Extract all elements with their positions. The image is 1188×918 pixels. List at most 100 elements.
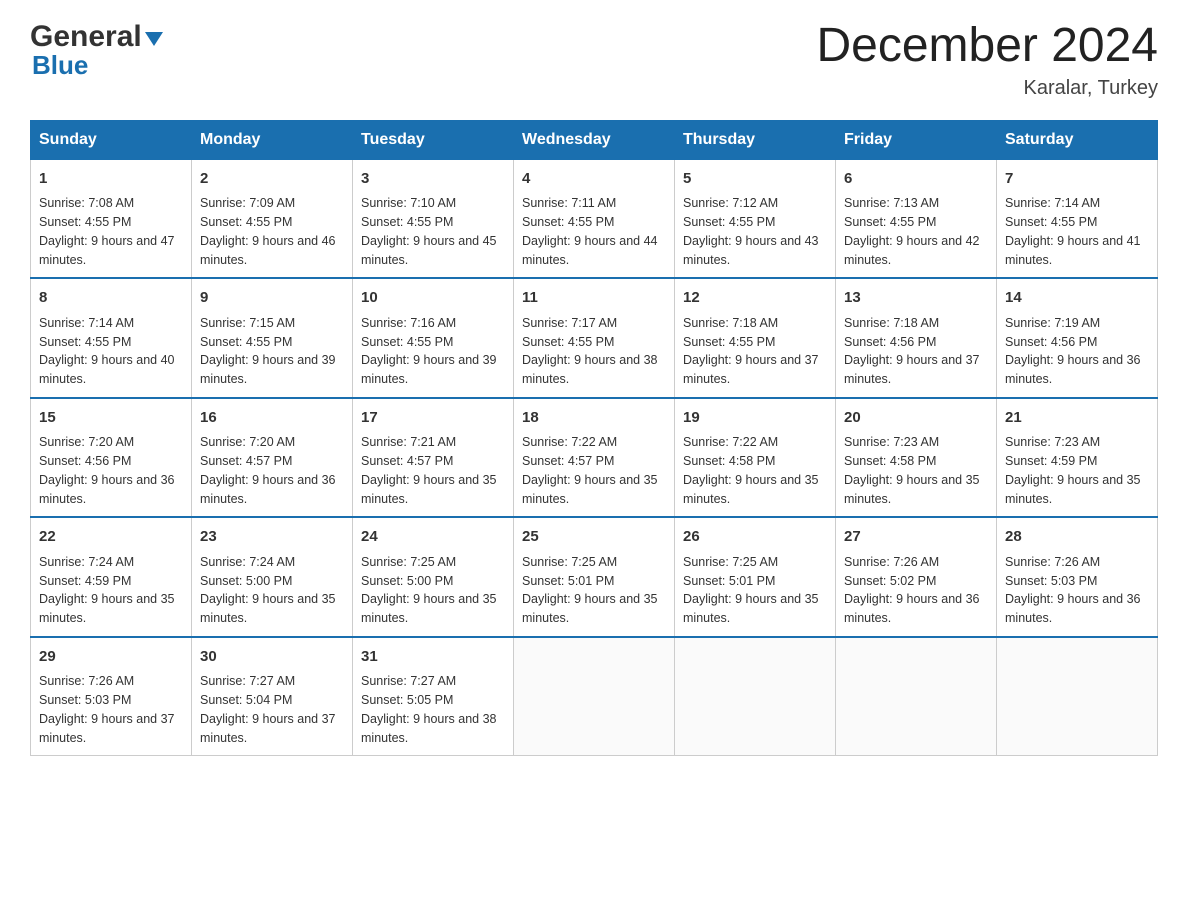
day-number: 6	[844, 168, 988, 191]
day-number: 14	[1005, 287, 1149, 310]
week-row-2: 8 Sunrise: 7:14 AMSunset: 4:55 PMDaylight…	[31, 278, 1158, 398]
day-number: 30	[200, 646, 344, 669]
day-number: 15	[39, 407, 183, 430]
day-info: Sunrise: 7:15 AMSunset: 4:55 PMDaylight:…	[200, 314, 344, 389]
day-info: Sunrise: 7:11 AMSunset: 4:55 PMDaylight:…	[522, 194, 666, 269]
calendar-cell: 17 Sunrise: 7:21 AMSunset: 4:57 PMDayligh…	[353, 398, 514, 518]
day-number: 21	[1005, 407, 1149, 430]
header-monday: Monday	[192, 120, 353, 159]
day-info: Sunrise: 7:16 AMSunset: 4:55 PMDaylight:…	[361, 314, 505, 389]
day-number: 24	[361, 526, 505, 549]
day-number: 16	[200, 407, 344, 430]
day-number: 5	[683, 168, 827, 191]
day-info: Sunrise: 7:10 AMSunset: 4:55 PMDaylight:…	[361, 194, 505, 269]
calendar-cell: 11Sunrise: 7:17 AMSunset: 4:55 PMDayligh…	[514, 278, 675, 398]
calendar-cell: 25 Sunrise: 7:25 AMSunset: 5:01 PMDayligh…	[514, 517, 675, 637]
location: Karalar, Turkey	[816, 77, 1158, 100]
day-number: 25	[522, 526, 666, 549]
header-wednesday: Wednesday	[514, 120, 675, 159]
day-info: Sunrise: 7:23 AMSunset: 4:58 PMDaylight:…	[844, 433, 988, 508]
calendar-cell: 22Sunrise: 7:24 AMSunset: 4:59 PMDayligh…	[31, 517, 192, 637]
calendar-cell: 8 Sunrise: 7:14 AMSunset: 4:55 PMDaylight…	[31, 278, 192, 398]
calendar-cell: 5 Sunrise: 7:12 AMSunset: 4:55 PMDaylight…	[675, 159, 836, 278]
day-info: Sunrise: 7:23 AMSunset: 4:59 PMDaylight:…	[1005, 433, 1149, 508]
day-info: Sunrise: 7:26 AMSunset: 5:03 PMDaylight:…	[1005, 553, 1149, 628]
calendar-cell	[675, 637, 836, 756]
calendar-cell: 15Sunrise: 7:20 AMSunset: 4:56 PMDayligh…	[31, 398, 192, 518]
day-info: Sunrise: 7:12 AMSunset: 4:55 PMDaylight:…	[683, 194, 827, 269]
day-info: Sunrise: 7:22 AMSunset: 4:58 PMDaylight:…	[683, 433, 827, 508]
day-info: Sunrise: 7:22 AMSunset: 4:57 PMDaylight:…	[522, 433, 666, 508]
day-info: Sunrise: 7:25 AMSunset: 5:00 PMDaylight:…	[361, 553, 505, 628]
day-info: Sunrise: 7:21 AMSunset: 4:57 PMDaylight:…	[361, 433, 505, 508]
calendar-header-row: SundayMondayTuesdayWednesdayThursdayFrid…	[31, 120, 1158, 159]
calendar-cell: 18 Sunrise: 7:22 AMSunset: 4:57 PMDayligh…	[514, 398, 675, 518]
day-number: 3	[361, 168, 505, 191]
calendar: SundayMondayTuesdayWednesdayThursdayFrid…	[30, 120, 1158, 757]
day-info: Sunrise: 7:14 AMSunset: 4:55 PMDaylight:…	[39, 314, 183, 389]
header-friday: Friday	[836, 120, 997, 159]
week-row-3: 15Sunrise: 7:20 AMSunset: 4:56 PMDayligh…	[31, 398, 1158, 518]
calendar-cell: 21 Sunrise: 7:23 AMSunset: 4:59 PMDayligh…	[997, 398, 1158, 518]
day-info: Sunrise: 7:20 AMSunset: 4:57 PMDaylight:…	[200, 433, 344, 508]
calendar-cell: 4 Sunrise: 7:11 AMSunset: 4:55 PMDaylight…	[514, 159, 675, 278]
calendar-cell: 19 Sunrise: 7:22 AMSunset: 4:58 PMDayligh…	[675, 398, 836, 518]
calendar-cell: 7 Sunrise: 7:14 AMSunset: 4:55 PMDaylight…	[997, 159, 1158, 278]
day-info: Sunrise: 7:26 AMSunset: 5:03 PMDaylight:…	[39, 672, 183, 747]
calendar-cell: 23Sunrise: 7:24 AMSunset: 5:00 PMDayligh…	[192, 517, 353, 637]
day-number: 20	[844, 407, 988, 430]
day-info: Sunrise: 7:19 AMSunset: 4:56 PMDaylight:…	[1005, 314, 1149, 389]
logo-blue: Blue	[32, 50, 163, 81]
day-info: Sunrise: 7:14 AMSunset: 4:55 PMDaylight:…	[1005, 194, 1149, 269]
day-number: 23	[200, 526, 344, 549]
header-sunday: Sunday	[31, 120, 192, 159]
day-number: 26	[683, 526, 827, 549]
day-number: 13	[844, 287, 988, 310]
day-info: Sunrise: 7:09 AMSunset: 4:55 PMDaylight:…	[200, 194, 344, 269]
day-number: 17	[361, 407, 505, 430]
calendar-cell: 24 Sunrise: 7:25 AMSunset: 5:00 PMDayligh…	[353, 517, 514, 637]
day-info: Sunrise: 7:18 AMSunset: 4:56 PMDaylight:…	[844, 314, 988, 389]
day-number: 9	[200, 287, 344, 310]
calendar-cell: 28 Sunrise: 7:26 AMSunset: 5:03 PMDayligh…	[997, 517, 1158, 637]
calendar-cell: 6Sunrise: 7:13 AMSunset: 4:55 PMDaylight…	[836, 159, 997, 278]
logo: General Blue	[30, 20, 163, 81]
title-area: December 2024 Karalar, Turkey	[816, 20, 1158, 100]
day-number: 11	[522, 287, 666, 310]
calendar-cell	[836, 637, 997, 756]
calendar-cell: 20 Sunrise: 7:23 AMSunset: 4:58 PMDayligh…	[836, 398, 997, 518]
day-number: 8	[39, 287, 183, 310]
calendar-cell: 12Sunrise: 7:18 AMSunset: 4:55 PMDayligh…	[675, 278, 836, 398]
calendar-cell: 9 Sunrise: 7:15 AMSunset: 4:55 PMDaylight…	[192, 278, 353, 398]
month-title: December 2024	[816, 20, 1158, 73]
calendar-cell: 2 Sunrise: 7:09 AMSunset: 4:55 PMDaylight…	[192, 159, 353, 278]
calendar-cell: 26 Sunrise: 7:25 AMSunset: 5:01 PMDayligh…	[675, 517, 836, 637]
day-number: 18	[522, 407, 666, 430]
day-number: 7	[1005, 168, 1149, 191]
header-thursday: Thursday	[675, 120, 836, 159]
day-info: Sunrise: 7:25 AMSunset: 5:01 PMDaylight:…	[683, 553, 827, 628]
header-saturday: Saturday	[997, 120, 1158, 159]
day-number: 28	[1005, 526, 1149, 549]
calendar-cell: 27 Sunrise: 7:26 AMSunset: 5:02 PMDayligh…	[836, 517, 997, 637]
day-number: 19	[683, 407, 827, 430]
week-row-4: 22Sunrise: 7:24 AMSunset: 4:59 PMDayligh…	[31, 517, 1158, 637]
day-info: Sunrise: 7:27 AMSunset: 5:05 PMDaylight:…	[361, 672, 505, 747]
day-info: Sunrise: 7:25 AMSunset: 5:01 PMDaylight:…	[522, 553, 666, 628]
calendar-cell: 10Sunrise: 7:16 AMSunset: 4:55 PMDayligh…	[353, 278, 514, 398]
calendar-cell: 29Sunrise: 7:26 AMSunset: 5:03 PMDayligh…	[31, 637, 192, 756]
day-number: 27	[844, 526, 988, 549]
calendar-cell: 1 Sunrise: 7:08 AMSunset: 4:55 PMDaylight…	[31, 159, 192, 278]
day-number: 4	[522, 168, 666, 191]
calendar-cell: 13 Sunrise: 7:18 AMSunset: 4:56 PMDayligh…	[836, 278, 997, 398]
day-number: 2	[200, 168, 344, 191]
day-number: 1	[39, 168, 183, 191]
calendar-cell: 3 Sunrise: 7:10 AMSunset: 4:55 PMDaylight…	[353, 159, 514, 278]
header-tuesday: Tuesday	[353, 120, 514, 159]
day-number: 12	[683, 287, 827, 310]
calendar-cell: 31Sunrise: 7:27 AMSunset: 5:05 PMDayligh…	[353, 637, 514, 756]
day-info: Sunrise: 7:08 AMSunset: 4:55 PMDaylight:…	[39, 194, 183, 269]
logo-triangle-icon	[145, 32, 163, 46]
day-number: 22	[39, 526, 183, 549]
day-info: Sunrise: 7:26 AMSunset: 5:02 PMDaylight:…	[844, 553, 988, 628]
